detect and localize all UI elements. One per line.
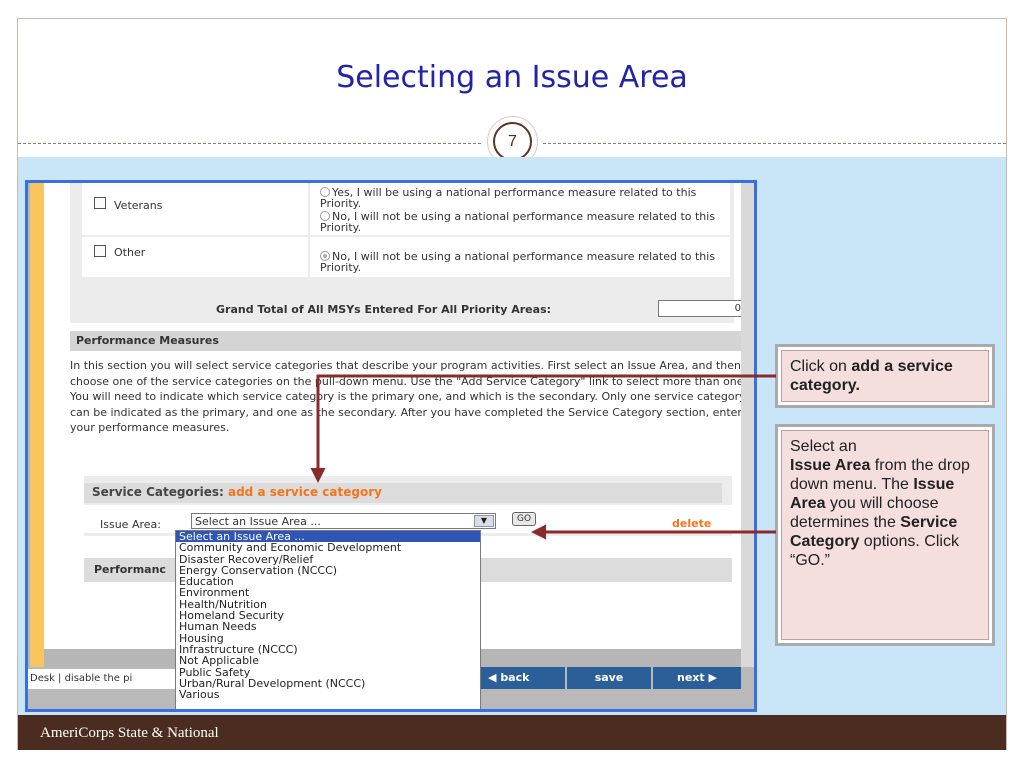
veterans-yes-option[interactable]: Yes, I will be using a national performa… [320,187,720,209]
go-button[interactable]: GO [512,512,536,526]
veterans-yes-text: Yes, I will be using a national performa… [320,186,697,210]
callout-select-issue-area: Select an Issue Area from the drop down … [775,424,995,646]
slide-number: 7 [493,122,532,161]
other-no-option[interactable]: No, I will not be using a national perfo… [320,251,720,273]
grand-total-label: Grand Total of All MSYs Entered For All … [216,303,552,316]
embedded-screenshot: Veterans Yes, I will be using a national… [25,180,757,712]
priority-row-veterans: Veterans [82,183,308,235]
chevron-down-icon[interactable]: ▼ [474,515,494,527]
save-button[interactable]: save [567,667,651,689]
other-checkbox[interactable] [94,245,106,257]
veterans-label: Veterans [114,199,163,212]
veterans-checkbox[interactable] [94,197,106,209]
callout-add-service-category: Click on add a service category. [775,344,995,408]
service-categories-label: Service Categories: [92,485,224,499]
grand-total-field[interactable]: 0 [658,300,746,317]
callout-2-line1: Select an [790,438,857,455]
issue-area-selected-value: Select an Issue Area ... [195,515,321,528]
issue-area-dropdown[interactable]: Select an Issue Area ... Community and E… [175,530,481,709]
other-no-text: No, I will not be using a national perfo… [320,250,716,274]
veterans-no-option[interactable]: No, I will not be using a national perfo… [320,211,720,233]
footer-text: AmeriCorps State & National [40,725,219,741]
callout-select-issue-area-text: Select an Issue Area from the drop down … [781,430,989,640]
performance-measures-header: Performance Measures [70,331,746,351]
dropdown-option[interactable]: Various [176,689,480,701]
callout-add-service-category-text: Click on add a service category. [781,350,989,402]
add-service-category-link[interactable]: add a service category [228,485,382,499]
right-scroll-area[interactable] [741,183,754,667]
no-radio[interactable] [320,211,330,221]
issue-area-label: Issue Area: [100,518,161,531]
callout-2-bold1: Issue Area [790,457,871,474]
next-label: next [677,671,705,684]
next-arrow-icon: ▶ [708,671,717,684]
next-button[interactable]: next ▶ [653,667,741,689]
back-arrow-icon: ◀ [488,671,497,684]
no-radio-selected[interactable] [320,251,330,261]
left-accent-bar [30,183,44,667]
dropdown-option[interactable]: Community and Economic Development [176,542,480,554]
slide-title: Selecting an Issue Area [336,60,688,95]
other-options: No, I will not be using a national perfo… [310,237,730,277]
dropdown-option[interactable]: Not Applicable [176,655,480,667]
veterans-no-text: No, I will not be using a national perfo… [320,210,716,234]
delete-link[interactable]: delete [672,517,711,530]
performance-measures-text: In this section you will select service … [70,359,748,435]
priority-table: Veterans Yes, I will be using a national… [70,183,746,323]
dropdown-option[interactable]: Human Needs [176,621,480,633]
back-label: back [500,671,530,684]
veterans-options: Yes, I will be using a national performa… [310,183,730,235]
issue-area-select[interactable]: Select an Issue Area ... ▼ [191,513,496,529]
dropdown-option[interactable]: Urban/Rural Development (NCCC) [176,678,480,690]
back-button[interactable]: ◀ back [480,667,565,689]
yes-radio[interactable] [320,187,330,197]
callout-1-text: Click on [790,358,852,375]
other-label: Other [114,246,146,259]
priority-row-other: Other [82,237,308,277]
service-categories-header: Service Categories: add a service catego… [84,483,722,503]
slide-footer: AmeriCorps State & National [18,715,1006,750]
